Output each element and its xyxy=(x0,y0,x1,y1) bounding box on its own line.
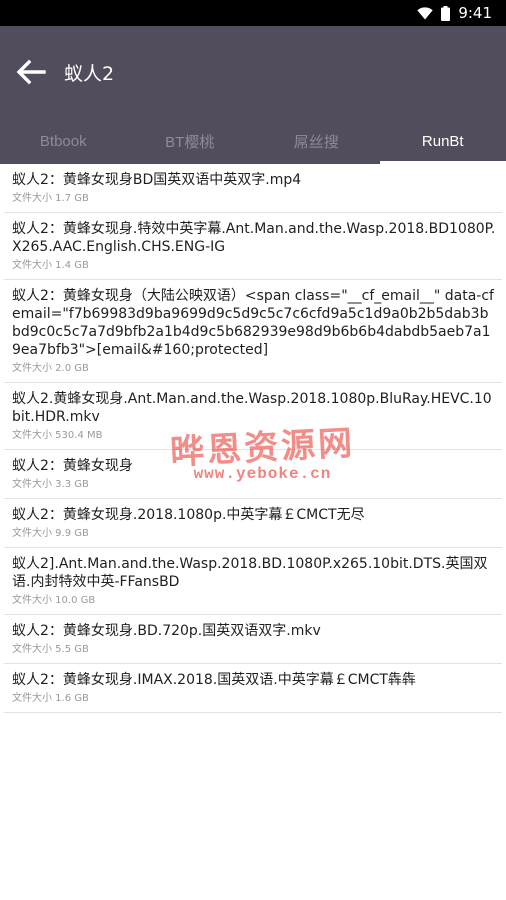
list-item[interactable]: 蚁人2].Ant.Man.and.the.Wasp.2018.BD.1080P.… xyxy=(4,548,502,615)
tab-btbook[interactable]: Btbook xyxy=(0,118,127,164)
item-size: 文件大小 9.9 GB xyxy=(12,528,89,539)
status-bar: 9:41 xyxy=(0,0,506,26)
tab-label: Btbook xyxy=(39,132,87,150)
tab-label: BT樱桃 xyxy=(165,133,215,151)
item-size: 文件大小 2.0 GB xyxy=(12,363,89,374)
results-list: 蚁人2：黄蜂女现身BD国英双语中英双字.mp4 文件大小 1.7 GB 蚁人2：… xyxy=(0,164,506,713)
status-icons: 9:41 xyxy=(417,4,492,22)
item-title: 蚁人2：黄蜂女现身BD国英双语中英双字.mp4 xyxy=(12,172,302,188)
tab-bar: Btbook BT樱桃 屌丝搜 RunBt xyxy=(0,118,506,164)
item-title: 蚁人2].Ant.Man.and.the.Wasp.2018.BD.1080P.… xyxy=(12,556,488,590)
tab-label: 屌丝搜 xyxy=(293,133,339,151)
item-title: 蚁人2：黄蜂女现身.特效中英字幕.Ant.Man.and.the.Wasp.20… xyxy=(12,221,496,255)
tab-runbt[interactable]: RunBt xyxy=(379,118,506,164)
list-item[interactable]: 蚁人2：黄蜂女现身.BD.720p.国英双语双字.mkv 文件大小 5.5 GB xyxy=(4,615,502,664)
status-time: 9:41 xyxy=(458,4,492,22)
item-size: 文件大小 530.4 MB xyxy=(12,430,103,441)
list-item[interactable]: 蚁人2：黄蜂女现身.IMAX.2018.国英双语.中英字幕￡CMCT犇犇 文件大… xyxy=(4,664,502,713)
item-size: 文件大小 1.6 GB xyxy=(12,693,89,704)
list-item[interactable]: 蚁人2：黄蜂女现身 文件大小 3.3 GB xyxy=(4,450,502,499)
list-item[interactable]: 蚁人2：黄蜂女现身（大陆公映双语）<span class="__cf_email… xyxy=(4,280,502,383)
item-size: 文件大小 1.4 GB xyxy=(12,260,89,271)
item-size: 文件大小 3.3 GB xyxy=(12,479,89,490)
arrow-left-icon xyxy=(16,59,46,85)
item-title: 蚁人2：黄蜂女现身.BD.720p.国英双语双字.mkv xyxy=(12,623,321,639)
item-title: 蚁人2：黄蜂女现身（大陆公映双语）<span class="__cf_email… xyxy=(12,288,494,358)
item-size: 文件大小 5.5 GB xyxy=(12,644,89,655)
item-title: 蚁人2.黄蜂女现身.Ant.Man.and.the.Wasp.2018.1080… xyxy=(12,391,492,425)
wifi-icon xyxy=(417,6,434,19)
toolbar: 蚁人2 xyxy=(0,26,506,118)
list-item[interactable]: 蚁人2：黄蜂女现身BD国英双语中英双字.mp4 文件大小 1.7 GB xyxy=(4,164,502,213)
item-title: 蚁人2：黄蜂女现身.IMAX.2018.国英双语.中英字幕￡CMCT犇犇 xyxy=(12,672,416,688)
list-item[interactable]: 蚁人2.黄蜂女现身.Ant.Man.and.the.Wasp.2018.1080… xyxy=(4,383,502,450)
list-item[interactable]: 蚁人2：黄蜂女现身.2018.1080p.中英字幕￡CMCT无尽 文件大小 9.… xyxy=(4,499,502,548)
item-size: 文件大小 10.0 GB xyxy=(12,595,96,606)
item-title: 蚁人2：黄蜂女现身 xyxy=(12,458,133,474)
battery-icon xyxy=(441,5,451,21)
tab-label: RunBt xyxy=(421,132,464,150)
tab-diaosi[interactable]: 屌丝搜 xyxy=(253,118,380,164)
list-item[interactable]: 蚁人2：黄蜂女现身.特效中英字幕.Ant.Man.and.the.Wasp.20… xyxy=(4,213,502,280)
page-title: 蚁人2 xyxy=(64,62,115,85)
tab-bt-cherry[interactable]: BT樱桃 xyxy=(127,118,254,164)
item-title: 蚁人2：黄蜂女现身.2018.1080p.中英字幕￡CMCT无尽 xyxy=(12,507,365,523)
item-size: 文件大小 1.7 GB xyxy=(12,193,89,204)
back-button[interactable] xyxy=(14,55,48,89)
